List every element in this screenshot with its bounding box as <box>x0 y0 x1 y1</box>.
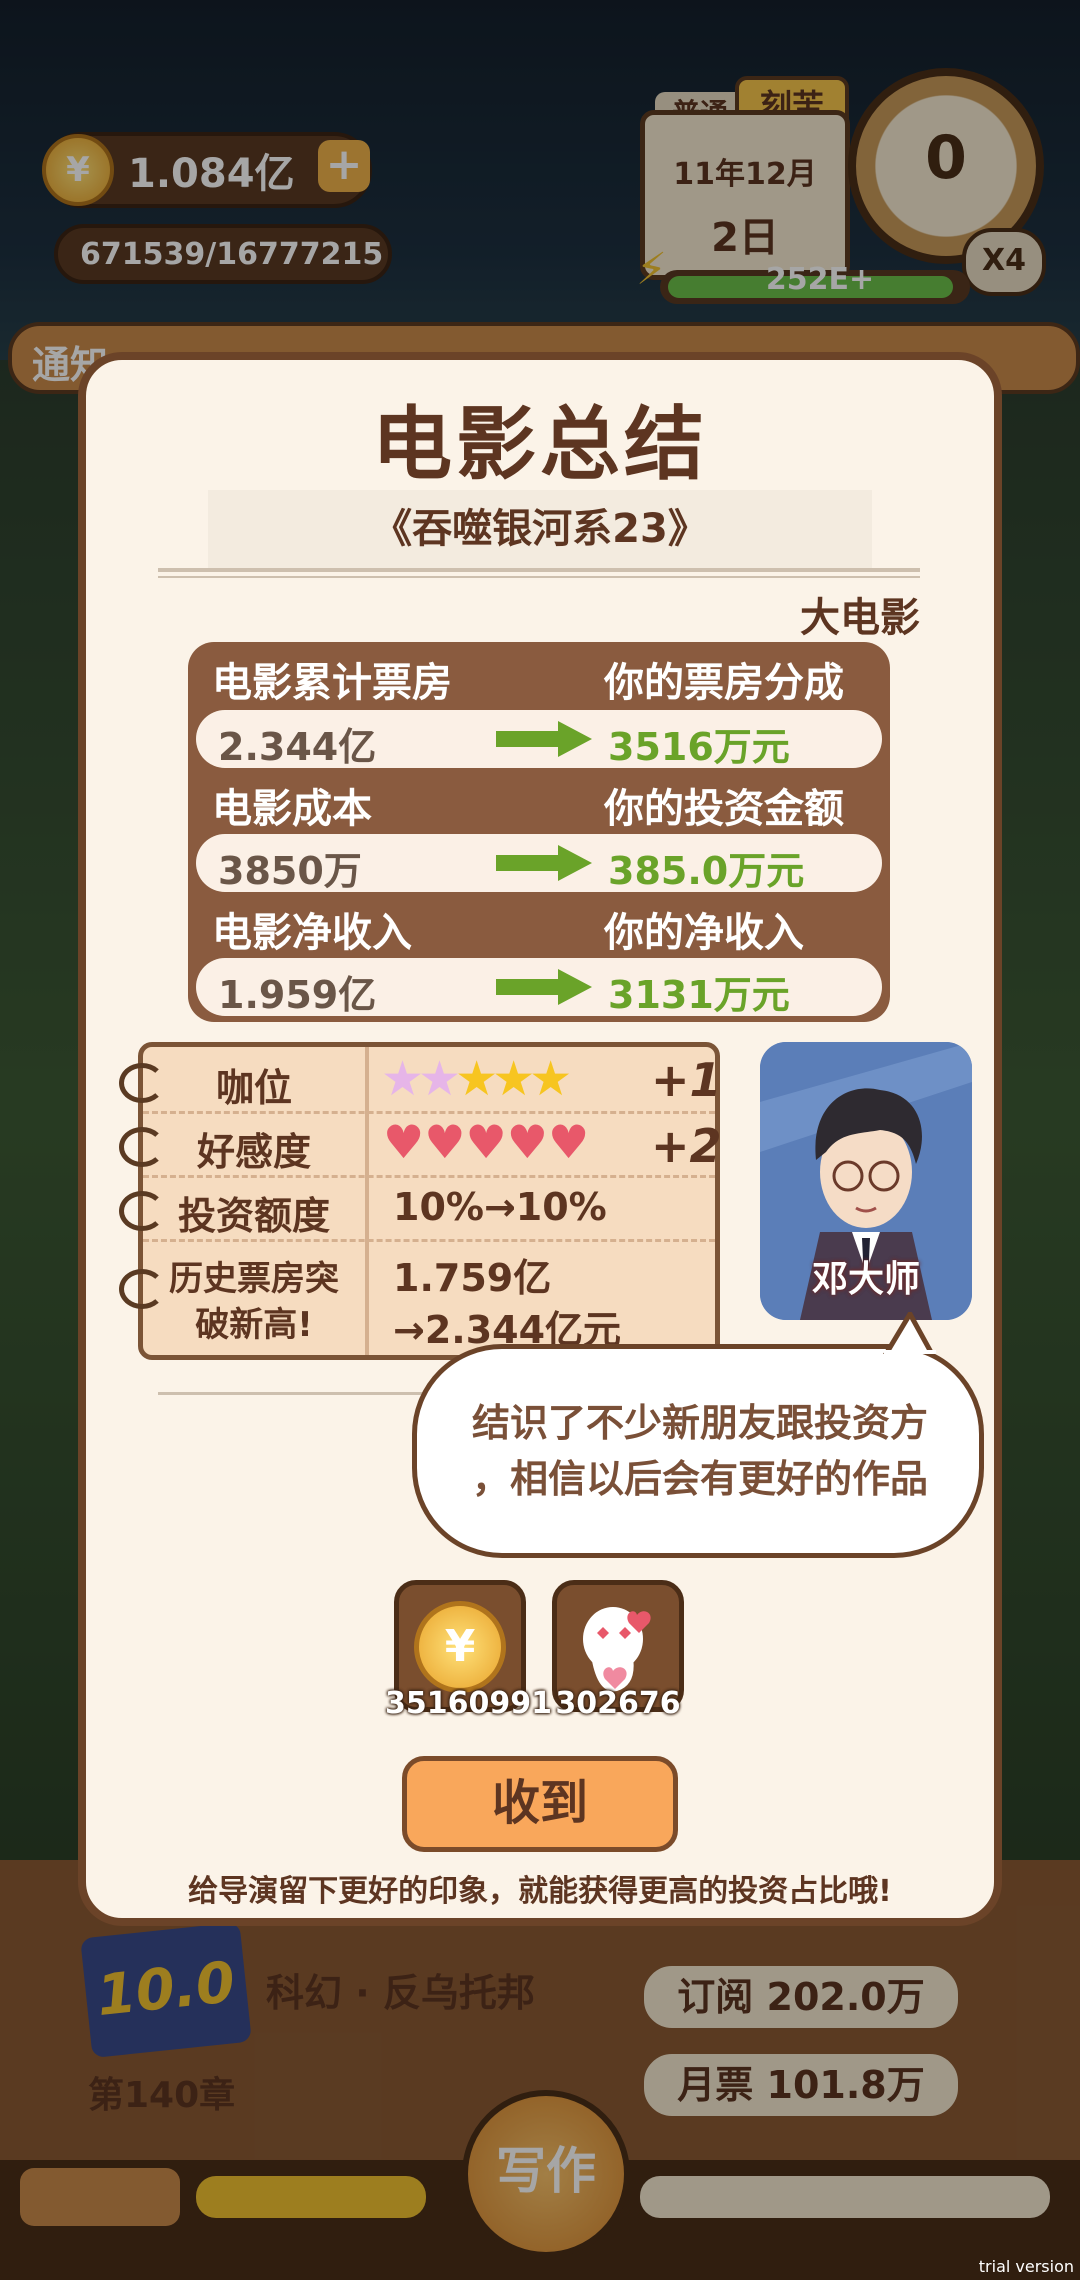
watermark: trial version <box>978 2257 1074 2276</box>
cost-row: 3850万 385.0万元 <box>196 834 882 893</box>
box-office-board: 电影累计票房 你的票房分成 2.344亿 3516万元 电影成本 你的投资金额 … <box>188 642 890 1022</box>
invest-label: 投资额度 <box>177 1194 330 1238</box>
heart-icon: ♥ <box>548 1115 590 1169</box>
record-value-line-1: 1.759亿 <box>393 1256 552 1300</box>
speech-bubble-tail <box>883 1312 936 1354</box>
star-icon: ★ <box>381 1051 424 1107</box>
net-income-label: 电影净收入 <box>212 910 412 956</box>
your-net-income-value: 3131万元 <box>608 973 790 1017</box>
hint-text: 给导演留下更好的印象，就能获得更高的投资占比哦! <box>188 1874 892 1909</box>
relationship-notebook: 咖位 ★★★★★ +1 好感度 ♥♥♥♥♥ +2 投资额度 10%→10% 历史… <box>119 1042 722 1360</box>
heart-icon: ♥ <box>506 1115 548 1169</box>
cumulative-box-office-label: 电影累计票房 <box>212 660 452 706</box>
rank-label: 咖位 <box>215 1066 292 1110</box>
net-income-value: 1.959亿 <box>218 973 377 1017</box>
record-label-line-2: 破新高! <box>195 1305 313 1345</box>
dialog-title: 电影总结 <box>372 398 708 491</box>
movie-name: 《吞噬银河系23》 <box>208 490 872 568</box>
movie-cost-label: 电影成本 <box>212 786 372 832</box>
heart-icon: ♥ <box>424 1115 466 1169</box>
affinity-label: 好感度 <box>196 1130 311 1174</box>
title-divider-thin <box>158 576 920 578</box>
box-office-row: 2.344亿 3516万元 <box>196 710 882 769</box>
affinity-hearts: ♥♥♥♥♥ <box>383 1115 589 1169</box>
arrow-right-icon <box>496 845 592 881</box>
speech-line-1: 结识了不少新朋友跟投资方 <box>471 1401 928 1445</box>
arrow-right-icon <box>496 721 592 757</box>
reward-affinity-count: 302676 <box>555 1686 681 1721</box>
arrow-right-icon <box>496 969 592 1005</box>
star-icon: ★ <box>418 1051 461 1107</box>
record-row: 历史票房突 破新高! 1.759亿 →2.344亿元 <box>119 1239 715 1355</box>
speech-text: 结识了不少新朋友跟投资方 ，相信以后会有更好的作品 <box>440 1395 960 1507</box>
reward-coin-count: 35160991 <box>385 1686 552 1721</box>
invest-row: 投资额度 10%→10% <box>119 1175 715 1242</box>
cumulative-box-office-value: 2.344亿 <box>218 725 377 769</box>
heart-icon: ♥ <box>383 1115 425 1169</box>
box-office-share-label: 你的票房分成 <box>604 660 844 706</box>
heart-icon: ♥ <box>465 1115 507 1169</box>
affinity-row: 好感度 ♥♥♥♥♥ +2 <box>119 1111 722 1178</box>
rank-stars: ★★★★★ <box>381 1051 572 1107</box>
investment-amount-label: 你的投资金额 <box>604 786 844 832</box>
director-name: 邓大师 <box>811 1259 920 1300</box>
box-office-share-value: 3516万元 <box>608 725 790 769</box>
star-icon: ★ <box>529 1051 572 1107</box>
speech-line-2: ，相信以后会有更好的作品 <box>471 1457 928 1501</box>
affinity-delta: +2 <box>651 1119 722 1173</box>
star-icon: ★ <box>455 1051 498 1107</box>
invest-value: 10%→10% <box>393 1185 607 1229</box>
movie-category: 大电影 <box>800 595 920 641</box>
rank-delta: +1 <box>651 1053 722 1107</box>
confirm-button[interactable]: 收到 <box>402 1756 678 1852</box>
record-label-line-1: 历史票房突 <box>169 1259 339 1299</box>
your-net-income-label: 你的净收入 <box>604 910 804 956</box>
coin-icon: ¥ <box>414 1601 506 1693</box>
title-divider <box>158 568 920 572</box>
net-income-row: 1.959亿 3131万元 <box>196 958 882 1017</box>
movie-cost-value: 3850万 <box>218 849 362 893</box>
investment-amount-value: 385.0万元 <box>608 849 805 893</box>
rank-row: 咖位 ★★★★★ +1 <box>119 1047 722 1114</box>
star-icon: ★ <box>492 1051 535 1107</box>
